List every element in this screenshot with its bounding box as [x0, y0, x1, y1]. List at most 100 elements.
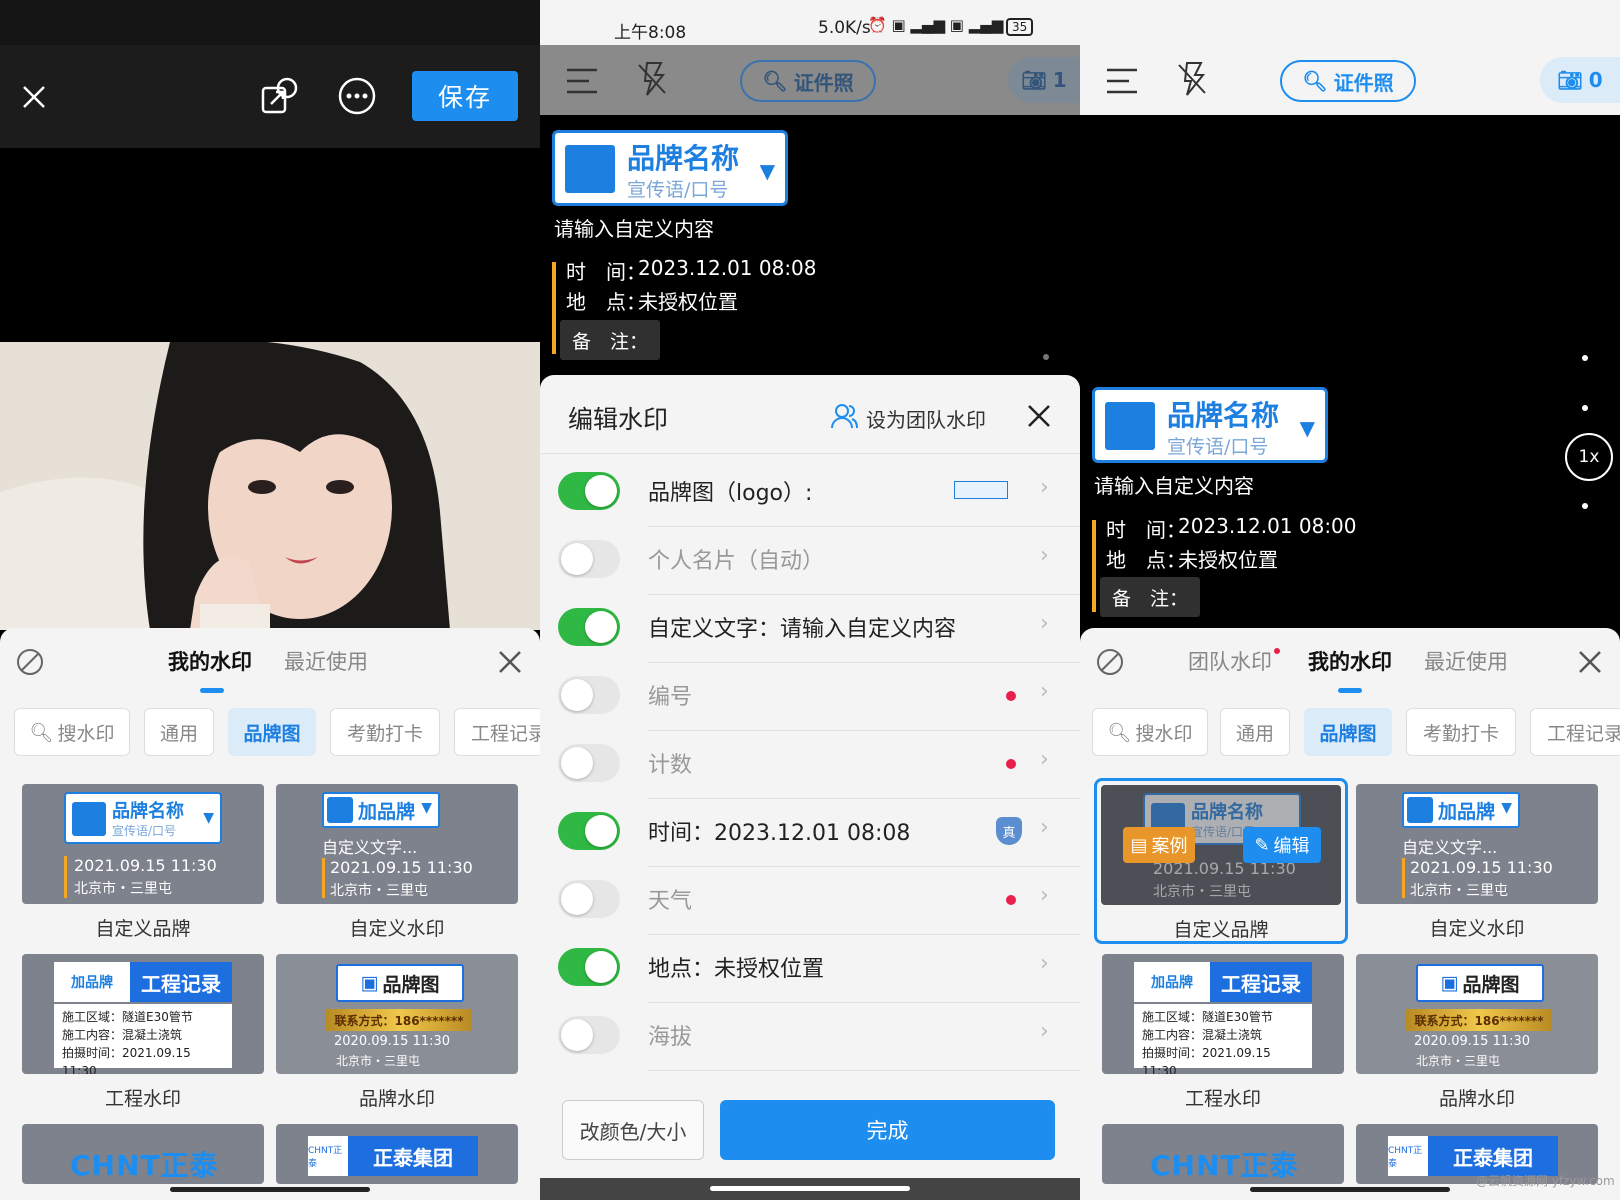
side-dot	[1582, 503, 1588, 509]
flash-off-icon[interactable]	[632, 59, 672, 99]
chip-attendance[interactable]: 考勤打卡	[1406, 708, 1516, 756]
setting-row[interactable]: 天气 ›	[540, 865, 1080, 935]
engineering-line: 施工内容：混凝土浇筑	[62, 1028, 183, 1042]
photo-counter[interactable]: 📷︎ 1	[1008, 57, 1080, 103]
setting-row[interactable]: 个人名片（自动） ›	[540, 525, 1080, 595]
set-team-watermark-link[interactable]: 设为团队水印	[830, 402, 986, 435]
status-time: 上午8:08	[614, 23, 687, 43]
team-icon	[830, 402, 858, 435]
menu-icon[interactable]	[562, 61, 602, 101]
setting-row[interactable]: 计数 ›	[540, 729, 1080, 799]
share-icon[interactable]	[256, 73, 302, 119]
close-icon[interactable]	[1022, 399, 1056, 433]
no-watermark-icon[interactable]	[14, 646, 46, 678]
team-link-label: 设为团队水印	[866, 408, 986, 432]
id-photo-pill[interactable]: 🔍︎ 证件照	[740, 60, 876, 102]
chip-brand[interactable]: 品牌图	[1304, 708, 1392, 756]
place-label: 地 点：	[1106, 548, 1186, 572]
toggle-switch[interactable]	[558, 812, 620, 850]
custom-text: 请输入自定义内容	[1094, 474, 1254, 498]
setting-row[interactable]: 品牌图（logo）: ›	[540, 457, 1080, 527]
watermark-card-custom-brand[interactable]: 品牌名称 宣传语/口号 ▼ 2021.09.15 11:30 北京市・三里屯 自…	[22, 784, 264, 941]
toggle-switch[interactable]	[558, 744, 620, 782]
toggle-switch[interactable]	[558, 540, 620, 578]
home-indicator	[1250, 1187, 1450, 1192]
menu-icon[interactable]	[1102, 61, 1142, 101]
caret-icon: ▼	[1501, 800, 1512, 816]
tab-recent[interactable]: 最近使用	[284, 646, 368, 676]
note-label: 备 注：	[1112, 587, 1189, 610]
brand-name: 加品牌	[358, 801, 416, 823]
id-photo-pill[interactable]: 🔍︎ 证件照	[1280, 60, 1416, 102]
card-custom-text: 自定义文字...	[1402, 838, 1498, 857]
card-label: 自定义水印	[1429, 918, 1525, 940]
tab-my-watermark[interactable]: 我的水印	[1308, 646, 1392, 676]
toggle-switch[interactable]	[558, 880, 620, 918]
brand-name: 品牌名称	[627, 142, 740, 175]
done-button[interactable]: 完成	[720, 1100, 1055, 1160]
close-icon[interactable]	[14, 77, 54, 117]
watermark-card-brand[interactable]: ▣ 品牌图 联系方式：186******* 2020.09.15 11:30 北京…	[276, 954, 518, 1111]
card-place: 北京市・三里屯	[1410, 883, 1508, 899]
save-button[interactable]: 保存	[412, 71, 518, 121]
card-thumbnail: CHNT正泰	[1102, 1124, 1344, 1184]
example-tag[interactable]: ▤ 案例	[1123, 827, 1195, 863]
watermark-card-chnt[interactable]: CHNT正泰	[22, 1124, 264, 1184]
no-watermark-icon[interactable]	[1094, 646, 1126, 678]
brand-watermark-badge[interactable]: 品牌名称 宣传语/口号 ▼	[552, 130, 788, 206]
chip-brand[interactable]: 品牌图	[228, 708, 316, 756]
watermark-card-custom[interactable]: 加品牌 ▼ 自定义文字... 2021.09.15 11:30 北京市・三里屯 …	[1356, 784, 1598, 941]
home-indicator	[170, 1187, 370, 1192]
photo-counter[interactable]: 📷︎ 0	[1540, 57, 1620, 103]
search-watermark-chip[interactable]: 🔍︎ 搜水印	[14, 708, 130, 756]
chip-general[interactable]: 通用	[1220, 708, 1290, 756]
watermark-card-engineering[interactable]: 加品牌 工程记录 施工区域：隧道E30管节 施工内容：混凝土浇筑 拍摄时间：20…	[22, 954, 264, 1111]
watermark-card-engineering[interactable]: 加品牌 工程记录 施工区域：隧道E30管节 施工内容：混凝土浇筑 拍摄时间：20…	[1102, 954, 1344, 1111]
card-place: 北京市・三里屯	[330, 883, 428, 899]
setting-row[interactable]: 地点：未授权位置 ›	[540, 933, 1080, 1003]
status-icons: ⏰ ▣ ▂▄▆ ▣ ▂▄▆	[868, 16, 1004, 34]
more-icon[interactable]	[334, 73, 380, 119]
brand-watermark-badge[interactable]: 品牌名称 宣传语/口号 ▼	[1092, 387, 1328, 463]
watermark-card-custom[interactable]: 加品牌 ▼ 自定义文字... 2021.09.15 11:30 北京市・三里屯 …	[276, 784, 518, 941]
time-label: 时 间：	[1106, 518, 1186, 542]
setting-row[interactable]: 自定义文字：请输入自定义内容 ›	[540, 593, 1080, 663]
brand-image-head: ▣ 品牌图	[1416, 964, 1544, 1002]
toggle-switch[interactable]	[558, 676, 620, 714]
toggle-switch[interactable]	[558, 472, 620, 510]
chip-attendance[interactable]: 考勤打卡	[330, 708, 440, 756]
change-color-size-button[interactable]: 改颜色/大小	[562, 1100, 704, 1160]
setting-row[interactable]: 编号 ›	[540, 661, 1080, 731]
zoom-button[interactable]: 1x	[1565, 433, 1613, 481]
close-sheet-icon[interactable]	[494, 646, 526, 678]
toggle-switch[interactable]	[558, 1016, 620, 1054]
image-icon	[565, 145, 615, 193]
brand-name: 品牌图	[1462, 973, 1520, 996]
plus-icon: ▣	[1440, 972, 1459, 994]
watermark-card-group[interactable]: CHNT正泰 正泰集团	[276, 1124, 518, 1184]
search-watermark-chip[interactable]: 🔍︎ 搜水印	[1092, 708, 1208, 756]
chip-general[interactable]: 通用	[144, 708, 214, 756]
watermark-card-chnt[interactable]: CHNT正泰	[1102, 1124, 1344, 1184]
doc-icon: ▤	[1130, 834, 1148, 856]
edit-tag[interactable]: ✎ 编辑	[1243, 827, 1321, 863]
brand-name: 加品牌	[1438, 801, 1496, 823]
setting-row[interactable]: 时间：2023.12.01 08:08 真 ›	[540, 797, 1080, 867]
tab-recent[interactable]: 最近使用	[1424, 646, 1508, 676]
tab-team-watermark[interactable]: 团队水印	[1188, 646, 1272, 676]
toggle-switch[interactable]	[558, 948, 620, 986]
watermark-card-custom-brand-selected[interactable]: 品牌名称 宣传语/口号 2021.09.15 11:30 北京市・三里屯 ▤ 案例…	[1094, 778, 1348, 944]
watermark-tabs: 团队水印 我的水印 最近使用	[1080, 628, 1620, 698]
watermark-card-brand[interactable]: ▣ 品牌图 联系方式：186******* 2020.09.15 11:30 北京…	[1356, 954, 1598, 1111]
flash-off-icon[interactable]	[1172, 59, 1212, 99]
toggle-switch[interactable]	[558, 608, 620, 646]
image-icon	[72, 802, 106, 836]
chip-engineering[interactable]: 工程记录	[454, 708, 540, 756]
setting-row[interactable]: 海拔 ›	[540, 1001, 1080, 1071]
close-sheet-icon[interactable]	[1574, 646, 1606, 678]
tab-my-watermark[interactable]: 我的水印	[168, 646, 252, 676]
engineering-head: 工程记录	[1210, 962, 1312, 1002]
brand-name: 品牌名称	[1167, 399, 1280, 432]
chip-engineering[interactable]: 工程记录	[1530, 708, 1620, 756]
pill-label: 证件照	[1333, 70, 1394, 95]
